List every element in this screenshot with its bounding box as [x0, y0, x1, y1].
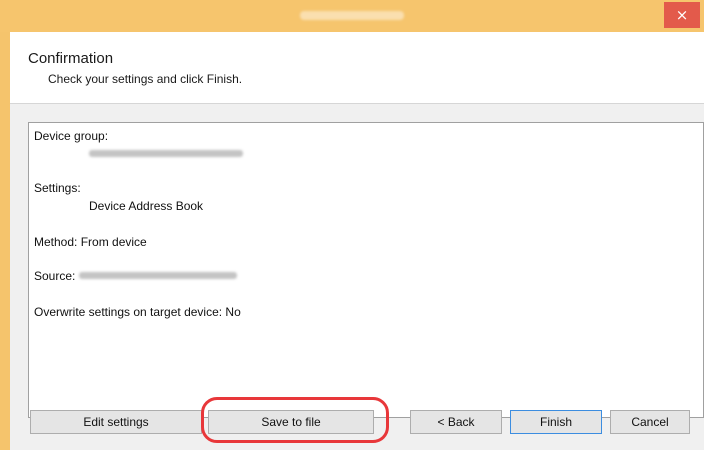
back-button[interactable]: < Back — [410, 410, 502, 434]
dialog-window: × Confirmation Check your settings and c… — [0, 0, 704, 450]
source-value-blurred — [79, 272, 237, 279]
page-title: Confirmation — [28, 50, 114, 67]
settings-label: Settings: — [34, 181, 81, 195]
cancel-button[interactable]: Cancel — [610, 410, 690, 434]
close-button[interactable]: × — [664, 2, 700, 28]
edit-settings-button[interactable]: Edit settings — [30, 410, 202, 434]
title-bar[interactable]: × — [0, 0, 704, 32]
close-icon: × — [675, 6, 689, 24]
window-title-blurred — [300, 11, 404, 20]
source-label: Source: — [34, 269, 76, 283]
summary-panel[interactable]: Device group: Settings: Device Address B… — [28, 122, 704, 418]
device-group-label: Device group: — [34, 129, 109, 143]
highlight-annotation — [201, 397, 389, 443]
header-area: Confirmation Check your settings and cli… — [10, 32, 704, 104]
page-subtitle: Check your settings and click Finish. — [48, 72, 243, 86]
method-line: Method: From device — [34, 235, 147, 249]
device-group-value-blurred — [89, 150, 243, 157]
finish-button[interactable]: Finish — [510, 410, 602, 434]
settings-value: Device Address Book — [89, 199, 204, 213]
overwrite-line: Overwrite settings on target device: No — [34, 305, 241, 319]
dialog-body: Confirmation Check your settings and cli… — [10, 32, 704, 450]
